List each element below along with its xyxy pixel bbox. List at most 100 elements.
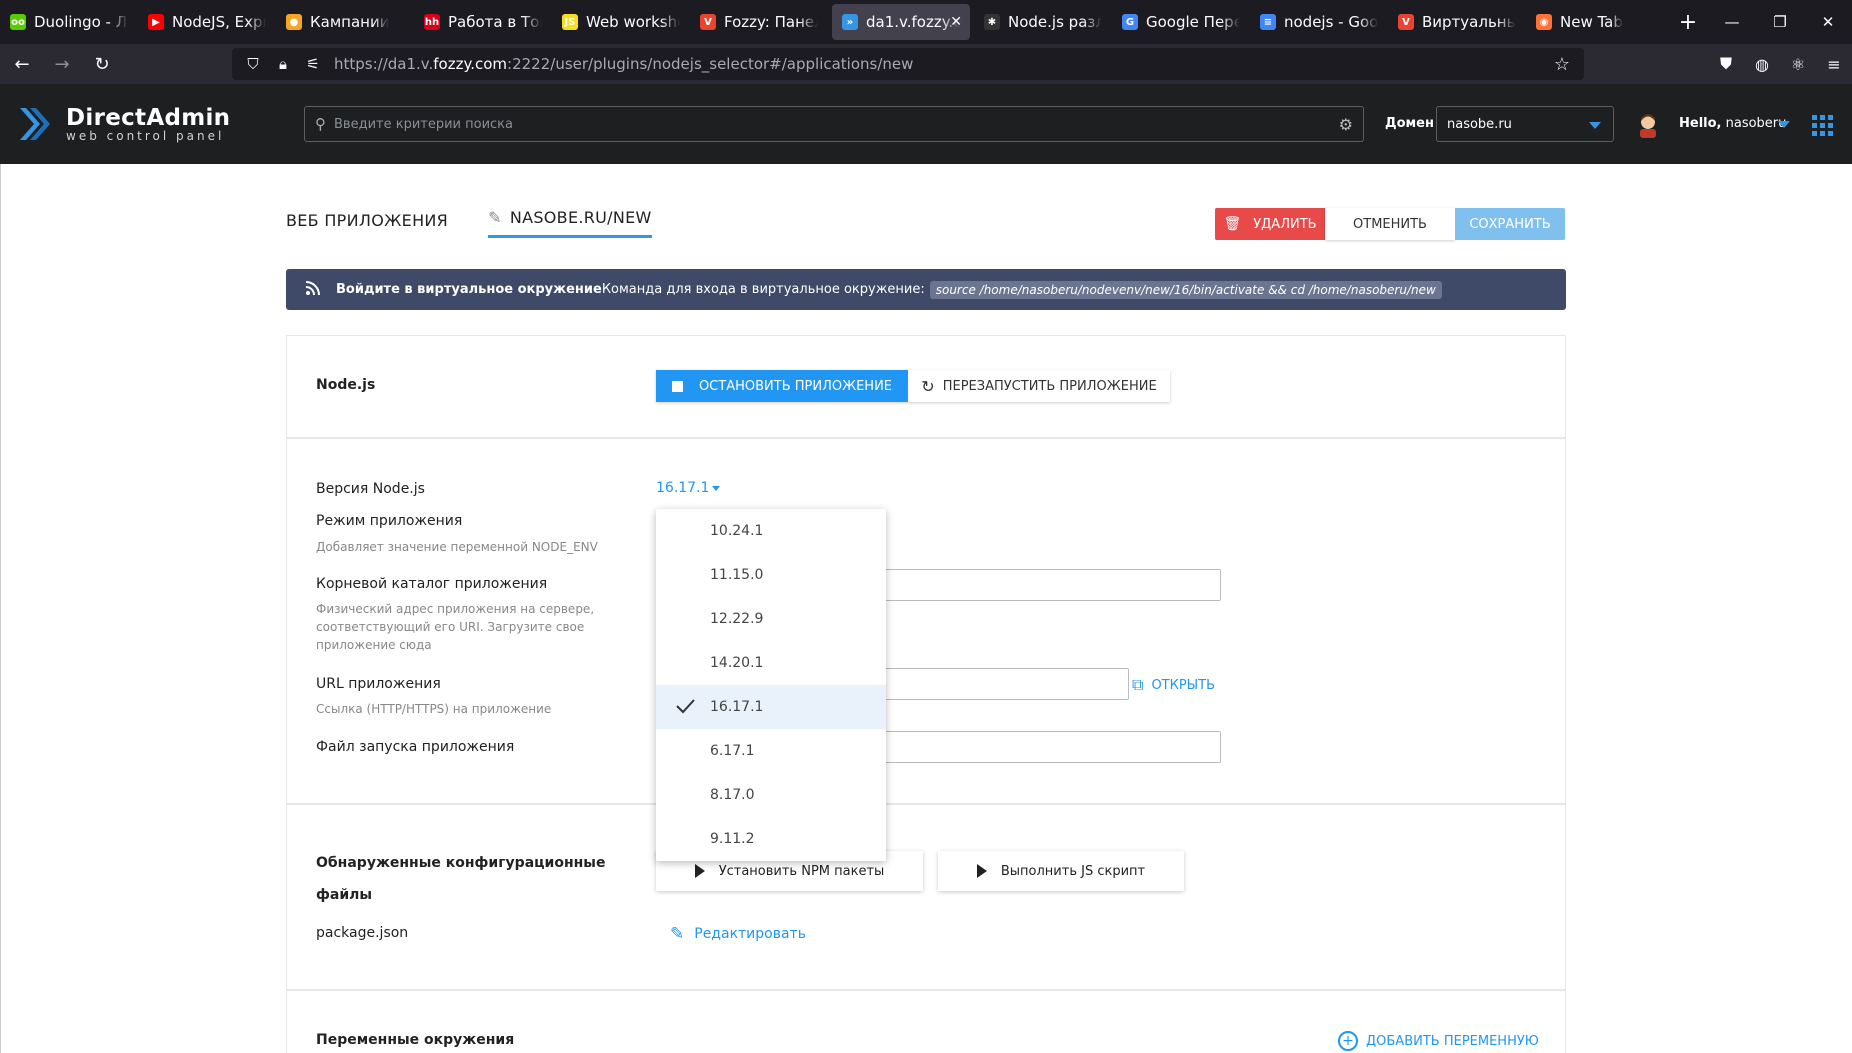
- logo-mark-icon: [20, 108, 50, 140]
- checkmark-icon: [676, 699, 695, 714]
- new-tab-button[interactable]: +: [1668, 0, 1708, 44]
- run-js-script-button[interactable]: Выполнить JS скрипт: [938, 851, 1184, 891]
- action-buttons: 🗑︎ УДАЛИТЬ ОТМЕНИТЬ СОХРАНИТЬ: [1215, 208, 1565, 240]
- root-hint: Физический адрес приложения на сервере, …: [316, 602, 595, 652]
- vpn-icon[interactable]: ◍: [1744, 55, 1780, 74]
- mode-hint: Добавляет значение переменной NODE_ENV: [316, 540, 598, 554]
- domain-select[interactable]: nasobe.ru: [1436, 106, 1614, 142]
- gear-icon[interactable]: ⚙: [1339, 115, 1353, 134]
- trash-icon: 🗑︎: [1223, 216, 1242, 232]
- browser-tab[interactable]: V Fozzy: Панель: [690, 0, 828, 44]
- pocket-icon[interactable]: ⛊: [1708, 54, 1744, 74]
- browser-tab[interactable]: V Виртуальный: [1388, 0, 1526, 44]
- edit-package-json-link[interactable]: ✎ Редактировать: [670, 924, 806, 944]
- favicon-icon: ◉: [1536, 14, 1552, 30]
- browser-tab[interactable]: ▶ NodeJS, Express: [138, 0, 276, 44]
- extension-icon[interactable]: ⚛: [1780, 55, 1816, 74]
- root-label: Корневой каталог приложения: [316, 576, 548, 592]
- browser-tab[interactable]: » da1.v.fozzy.com✕: [832, 4, 970, 40]
- window-controls: — ❐ ✕: [1708, 0, 1852, 44]
- menu-icon[interactable]: ≡: [1816, 55, 1852, 74]
- startup-label: Файл запуска приложения: [316, 739, 515, 755]
- tab-title: New Tab: [1560, 13, 1623, 31]
- browser-tab[interactable]: JS Web workshop: [552, 0, 690, 44]
- lock-icon[interactable]: 🔒︎: [274, 55, 292, 73]
- package-json-label: package.json: [316, 925, 409, 941]
- browser-tab[interactable]: hh Работа в Томске: [414, 0, 552, 44]
- browser-tab[interactable]: ✱ Node.js различ: [974, 0, 1112, 44]
- favicon-icon: oo: [10, 14, 26, 30]
- save-button[interactable]: СОХРАНИТЬ: [1455, 208, 1565, 240]
- restart-app-button[interactable]: ↻ ПЕРЕЗАПУСТИТЬ ПРИЛОЖЕНИЕ: [908, 370, 1170, 402]
- venv-description: Команда для входа в виртуальное окружени…: [601, 282, 925, 297]
- browser-tab-strip: oo Duolingo - Лучший ▶ NodeJS, Express ● Камп…: [0, 0, 1852, 44]
- browser-tab[interactable]: oo Duolingo - Лучший: [0, 0, 138, 44]
- favicon-icon: ●: [286, 14, 302, 30]
- reload-icon[interactable]: ↻: [84, 48, 120, 80]
- tab-title: Duolingo - Лучший: [34, 13, 128, 31]
- version-select[interactable]: 16.17.1: [656, 480, 721, 496]
- version-option-label: 9.11.2: [710, 831, 755, 847]
- version-option[interactable]: 14.20.1: [656, 641, 886, 685]
- apps-grid-icon[interactable]: [1812, 115, 1833, 136]
- mode-label: Режим приложения: [316, 513, 463, 529]
- close-tab-icon[interactable]: ✕: [950, 14, 962, 30]
- domain-label: Домен: [1385, 116, 1434, 131]
- browser-tab[interactable]: ≡ nodejs - Google: [1250, 0, 1388, 44]
- tab-current-app[interactable]: ✎ NASOBE.RU/NEW: [488, 208, 652, 238]
- version-option[interactable]: 16.17.1: [656, 685, 886, 729]
- external-link-icon: ⧉: [1132, 675, 1144, 694]
- version-label: Версия Node.js: [316, 481, 425, 497]
- play-icon: [976, 864, 987, 878]
- address-bar[interactable]: ⛉ 🔒︎ ⚟ https://da1.v.fozzy.com:2222/user…: [232, 48, 1584, 80]
- avatar[interactable]: [1636, 112, 1660, 138]
- delete-button[interactable]: 🗑︎ УДАЛИТЬ: [1215, 208, 1325, 240]
- favicon-icon: JS: [562, 14, 578, 30]
- permissions-icon[interactable]: ⚟: [304, 55, 322, 73]
- cancel-button[interactable]: ОТМЕНИТЬ: [1325, 208, 1455, 240]
- shield-icon[interactable]: ⛉: [244, 55, 262, 73]
- version-option[interactable]: 8.17.0: [656, 773, 886, 817]
- search-input[interactable]: ⚲ Введите критерии поиска ⚙: [304, 106, 1364, 142]
- directadmin-logo[interactable]: DirectAdmin web control panel: [20, 102, 230, 146]
- back-arrow-icon[interactable]: ←: [4, 48, 40, 80]
- tab-title: Виртуальный: [1422, 13, 1516, 31]
- stop-app-button[interactable]: ОСТАНОВИТЬ ПРИЛОЖЕНИЕ: [656, 370, 908, 402]
- user-menu-chevron-icon[interactable]: [1778, 121, 1790, 128]
- tab-title: Google Перевод: [1146, 13, 1240, 31]
- forward-arrow-icon[interactable]: →: [44, 48, 80, 80]
- caret-down-icon: [712, 485, 721, 491]
- url-label: URL приложения: [316, 676, 441, 692]
- version-option[interactable]: 12.22.9: [656, 597, 886, 641]
- app-header: DirectAdmin web control panel ⚲ Введите …: [0, 84, 1852, 164]
- play-icon: [694, 864, 705, 878]
- add-variable-button[interactable]: + ДОБАВИТЬ ПЕРЕМЕННУЮ: [1338, 1031, 1539, 1051]
- minimize-icon[interactable]: —: [1708, 0, 1756, 44]
- restart-icon: ↻: [921, 376, 935, 396]
- venv-notice: Войдите в виртуальное окружение Команда …: [286, 269, 1566, 310]
- bookmark-star-icon[interactable]: ☆: [1554, 54, 1570, 75]
- close-window-icon[interactable]: ✕: [1804, 0, 1852, 44]
- version-option[interactable]: 10.24.1: [656, 509, 886, 553]
- version-option-label: 6.17.1: [710, 743, 755, 759]
- browser-tab[interactable]: ● Кампании: [276, 0, 414, 44]
- version-option[interactable]: 6.17.1: [656, 729, 886, 773]
- app-control-buttons: ОСТАНОВИТЬ ПРИЛОЖЕНИЕ ↻ ПЕРЕЗАПУСТИТЬ ПРИ…: [656, 370, 1170, 402]
- logo-title: DirectAdmin: [66, 105, 231, 131]
- logo-subtitle: web control panel: [66, 129, 225, 143]
- version-option[interactable]: 9.11.2: [656, 817, 886, 861]
- user-greeting[interactable]: Hello, nasoberu: [1679, 116, 1786, 131]
- restore-icon[interactable]: ❐: [1756, 0, 1804, 44]
- url-text[interactable]: https://da1.v.fozzy.com:2222/user/plugin…: [334, 55, 913, 73]
- pencil-icon: ✎: [488, 208, 502, 227]
- version-option-label: 12.22.9: [710, 611, 764, 627]
- version-option[interactable]: 11.15.0: [656, 553, 886, 597]
- open-link[interactable]: ⧉ ОТКРЫТЬ: [1132, 675, 1215, 695]
- browser-tab[interactable]: ◉ New Tab: [1526, 0, 1664, 44]
- tab-title: Работа в Томске: [448, 13, 542, 31]
- tab-web-apps[interactable]: ВЕБ ПРИЛОЖЕНИЯ: [286, 211, 448, 238]
- domain-value: nasobe.ru: [1447, 116, 1512, 132]
- tab-title: NodeJS, Express: [172, 13, 266, 31]
- browser-tab[interactable]: G Google Перевод: [1112, 0, 1250, 44]
- venv-command[interactable]: source /home/nasoberu/nodevenv/new/16/bi…: [929, 280, 1442, 299]
